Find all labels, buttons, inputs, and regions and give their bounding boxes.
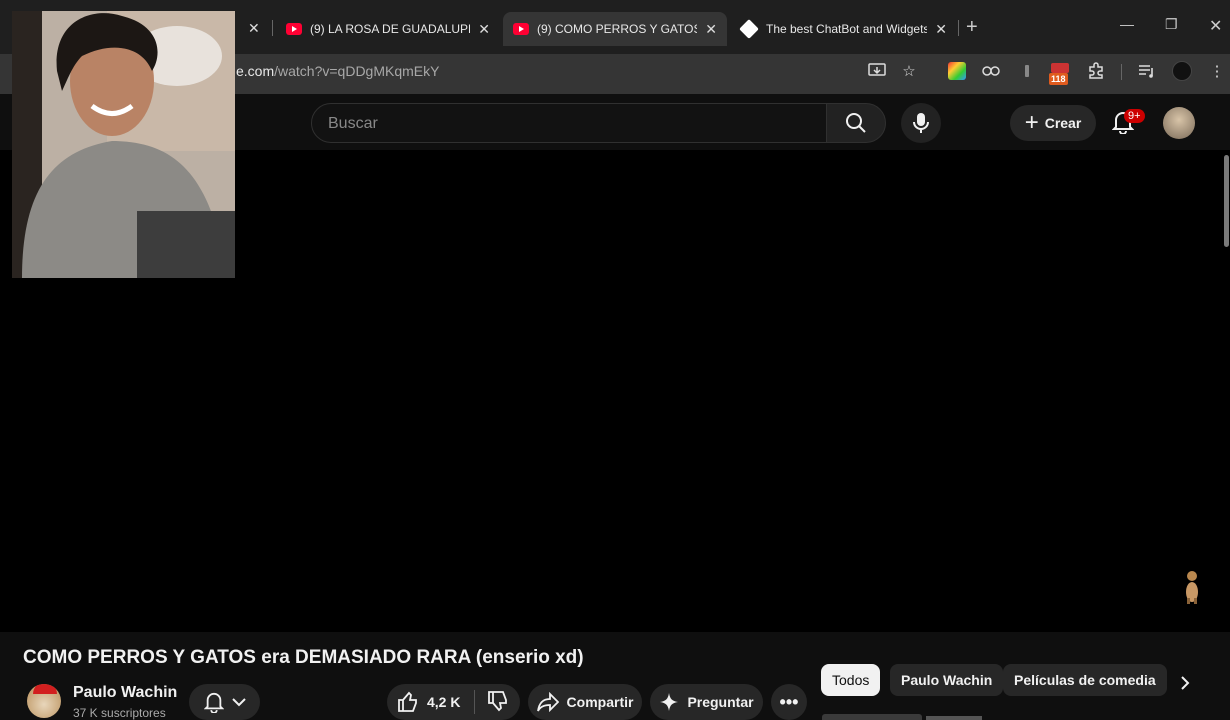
chips-next-button[interactable] (1170, 668, 1200, 698)
more-actions-button[interactable]: ••• (771, 684, 807, 720)
thumbs-up-icon (398, 691, 417, 712)
url-host: e.com (236, 63, 275, 79)
chevron-down-icon (231, 698, 246, 707)
chip-todos[interactable]: Todos (821, 664, 881, 696)
tab-title: The best ChatBot and Widgets (766, 22, 928, 36)
voice-search-button[interactable] (901, 103, 941, 143)
like-divider (474, 690, 476, 714)
create-label: Crear (1044, 115, 1082, 131)
glasses-extension-icon[interactable] (982, 62, 1000, 80)
scrollbar[interactable] (1224, 155, 1229, 247)
channel-name[interactable]: Paulo Wachin (73, 684, 177, 702)
tab-close-icon[interactable]: ✕ (705, 21, 717, 38)
close-window-icon[interactable]: ✕ (1209, 16, 1222, 36)
microphone-icon (913, 113, 929, 133)
sparkle-icon (660, 693, 679, 711)
new-tab-button[interactable]: + (966, 16, 978, 39)
color-picker-extension-icon[interactable] (948, 62, 966, 80)
create-button[interactable]: + Crear (1010, 105, 1096, 141)
search-icon (846, 113, 866, 133)
url-field[interactable]: e.com/watch?v=qDDgMKqmEkY (236, 63, 439, 79)
search-input[interactable]: Buscar (311, 103, 827, 143)
tab-rosa-guadalupe[interactable]: (9) LA ROSA DE GUADALUPE - I ✕ (276, 12, 500, 46)
tab-close-icon[interactable]: ✕ (478, 21, 490, 38)
browser-menu-icon[interactable]: ⋮ (1208, 62, 1226, 80)
tab-separator (958, 20, 959, 36)
ask-label: Preguntar (687, 694, 754, 710)
profile-avatar[interactable] (1172, 61, 1192, 81)
tab-separator (272, 20, 273, 36)
tab-title: (9) LA ROSA DE GUADALUPE - I (310, 22, 471, 36)
tab-como-perros-y-gatos[interactable]: (9) COMO PERROS Y GATOS era ✕ (503, 12, 727, 46)
search-button[interactable] (826, 103, 886, 143)
gift-extension-icon[interactable]: 118 (1049, 61, 1071, 85)
share-label: Compartir (566, 694, 634, 710)
webcam-overlay (12, 11, 235, 278)
chip-peliculas-de-comedia[interactable]: Películas de comedia (1003, 664, 1167, 696)
url-path: /watch?v=qDDgMKqmEkY (274, 63, 440, 79)
video-title: COMO PERROS Y GATOS era DEMASIADO RARA (… (23, 647, 584, 668)
dislike-button[interactable] (487, 690, 517, 715)
like-button[interactable]: 4,2 K (397, 691, 460, 713)
thumbs-down-icon (488, 690, 508, 711)
subscriber-count: 37 K suscriptores (73, 706, 166, 720)
youtube-icon (513, 23, 529, 35)
tab-close-icon[interactable]: ✕ (248, 20, 260, 37)
share-icon (536, 692, 559, 712)
youtube-icon (286, 23, 302, 35)
like-dislike-group: 4,2 K (387, 684, 520, 720)
extensions-puzzle-icon[interactable] (1087, 62, 1105, 80)
tab-close-icon[interactable]: ✕ (935, 21, 947, 38)
more-icon: ••• (779, 691, 799, 712)
toolbar-separator (1121, 64, 1122, 80)
notification-badge: 9+ (1124, 109, 1145, 123)
chip-paulo-wachin[interactable]: Paulo Wachin (890, 664, 1004, 696)
minimize-icon[interactable]: — (1120, 16, 1134, 32)
account-avatar[interactable] (1163, 107, 1195, 139)
like-count: 4,2 K (427, 694, 461, 710)
chevron-right-icon (1181, 676, 1190, 690)
pin-extension-icon[interactable] (1018, 62, 1036, 80)
media-queue-icon[interactable] (1138, 62, 1156, 80)
dog-sticker-icon (1186, 571, 1198, 604)
ask-button[interactable]: Preguntar (650, 684, 763, 720)
bell-icon (203, 692, 224, 713)
share-button[interactable]: Compartir (528, 684, 642, 720)
extension-badge: 118 (1049, 73, 1068, 85)
recommendation-title[interactable] (926, 716, 982, 720)
plus-icon: + (1024, 109, 1039, 136)
recommendation-thumbnail[interactable] (822, 714, 922, 720)
tab-title: (9) COMO PERROS Y GATOS era (537, 22, 697, 36)
channel-avatar[interactable] (27, 684, 61, 718)
bookmark-star-icon[interactable]: ☆ (900, 62, 918, 80)
diamond-icon (739, 19, 759, 39)
tab-chatbot-widgets[interactable]: The best ChatBot and Widgets ✕ (732, 12, 957, 46)
install-app-icon[interactable] (868, 62, 886, 80)
subscription-bell-button[interactable] (189, 684, 260, 720)
restore-icon[interactable]: ❐ (1165, 16, 1178, 33)
